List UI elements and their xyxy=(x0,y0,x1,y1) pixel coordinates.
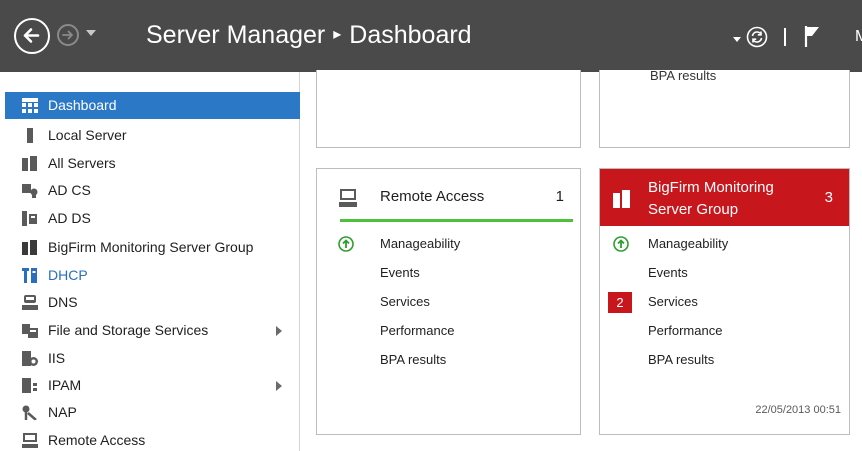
history-dropdown-icon[interactable] xyxy=(86,30,96,36)
sidebar-item-all-servers[interactable]: All Servers xyxy=(0,150,300,177)
all-servers-icon xyxy=(22,156,37,171)
refresh-icon[interactable] xyxy=(746,26,768,48)
server-count: 3 xyxy=(824,189,833,206)
sidebar-item-label: AD CS xyxy=(48,182,91,198)
row-label: BPA results xyxy=(380,352,447,367)
expand-arrow-icon[interactable] xyxy=(276,326,282,336)
tile-row-bpa-results[interactable]: BPA results xyxy=(317,350,580,379)
tile-row-performance[interactable]: Performance xyxy=(317,321,580,350)
tile-row-services[interactable]: Services xyxy=(317,292,580,321)
sidebar-item-label: Local Server xyxy=(48,127,127,143)
sidebar-item-iis[interactable]: IIS xyxy=(0,345,300,372)
tile-title: BigFirm Monitoring Server Group xyxy=(648,179,774,218)
sidebar-item-local-server[interactable]: Local Server xyxy=(0,122,300,149)
sidebar-item-label: IPAM xyxy=(48,377,82,393)
tile-row-events[interactable]: Events xyxy=(600,263,849,292)
sidebar-item-label: Remote Access xyxy=(48,432,146,448)
sidebar-item-ad-ds[interactable]: AD DS xyxy=(0,205,300,232)
breadcrumb-page: Dashboard xyxy=(349,21,472,49)
server-group-icon xyxy=(613,190,630,208)
sidebar-item-label: File and Storage Services xyxy=(48,322,209,338)
dashboard-main: BPA results Remote Access 1 Manageabilit… xyxy=(301,68,862,451)
sidebar-item-ad-cs[interactable]: AD CS xyxy=(0,177,300,204)
sidebar-item-dns[interactable]: DNS xyxy=(0,289,300,316)
ok-up-arrow-icon xyxy=(613,236,629,252)
remote-access-icon xyxy=(22,433,38,448)
title-bar: Server Manager ▸ Dashboard M xyxy=(0,0,862,72)
sidebar-item-label: NAP xyxy=(48,404,77,420)
server-count: 1 xyxy=(555,188,564,205)
arrow-right-icon xyxy=(62,30,73,40)
refresh-dropdown-icon[interactable] xyxy=(733,37,741,42)
row-label: Events xyxy=(380,265,420,280)
sidebar-item-bigfirm-group[interactable]: BigFirm Monitoring Server Group xyxy=(0,234,300,261)
ad-cs-icon xyxy=(22,184,38,198)
ok-up-arrow-icon xyxy=(338,236,354,252)
tile-partial-left[interactable] xyxy=(316,70,581,148)
dashboard-icon xyxy=(22,98,38,113)
tile-bigfirm-monitoring[interactable]: BigFirm Monitoring Server Group 3 Manage… xyxy=(599,168,850,435)
manage-menu-partial[interactable]: M xyxy=(855,28,862,46)
tile-title: Remote Access xyxy=(380,188,485,205)
sidebar-item-nap[interactable]: NAP xyxy=(0,399,300,426)
row-label: Manageability xyxy=(380,236,461,251)
tile-timestamp: 22/05/2013 00:51 xyxy=(755,404,841,416)
row-label: Services xyxy=(648,294,698,309)
sidebar-item-dhcp[interactable]: DHCP xyxy=(0,262,300,289)
sidebar: Dashboard Local Server All Servers AD CS… xyxy=(0,72,300,451)
row-label: Manageability xyxy=(648,236,729,251)
sidebar-item-label: AD DS xyxy=(48,210,91,226)
breadcrumb: Server Manager ▸ Dashboard xyxy=(146,21,472,50)
sidebar-item-label: IIS xyxy=(48,350,66,366)
notifications-flag-icon[interactable] xyxy=(803,24,821,48)
local-server-icon xyxy=(27,128,33,143)
row-label: Performance xyxy=(380,323,455,338)
ipam-icon xyxy=(22,378,37,393)
row-label: Events xyxy=(648,265,688,280)
back-button[interactable] xyxy=(14,18,50,54)
tile-row-services[interactable]: 2 Services xyxy=(600,292,849,321)
sidebar-item-dashboard[interactable]: Dashboard xyxy=(5,92,300,119)
tile-row-bpa-results[interactable]: BPA results xyxy=(650,68,716,83)
tile-header[interactable]: Remote Access 1 xyxy=(317,169,580,225)
tile-header[interactable]: BigFirm Monitoring Server Group 3 xyxy=(600,169,849,226)
row-label: BPA results xyxy=(648,352,715,367)
tile-row-events[interactable]: Events xyxy=(317,263,580,292)
sidebar-item-file-storage[interactable]: File and Storage Services xyxy=(0,317,300,344)
expand-arrow-icon[interactable] xyxy=(276,381,282,391)
arrow-left-icon xyxy=(23,28,40,43)
nap-icon xyxy=(22,405,37,420)
sidebar-item-label: All Servers xyxy=(48,155,116,171)
sidebar-item-label: BigFirm Monitoring Server Group xyxy=(48,239,254,255)
dns-icon xyxy=(22,295,38,310)
server-group-icon xyxy=(22,240,37,255)
tile-row-manageability[interactable]: Manageability xyxy=(317,234,580,263)
row-label: Services xyxy=(380,294,430,309)
tile-row-performance[interactable]: Performance xyxy=(600,321,849,350)
sidebar-item-remote-access[interactable]: Remote Access xyxy=(0,427,300,451)
status-bar-ok xyxy=(340,219,573,222)
tile-row-manageability[interactable]: Manageability xyxy=(600,234,849,263)
remote-access-icon xyxy=(339,189,357,207)
tile-partial-right[interactable]: BPA results xyxy=(599,68,850,148)
iis-icon xyxy=(22,351,38,366)
row-label: Performance xyxy=(648,323,723,338)
alert-count-badge: 2 xyxy=(608,292,632,313)
breadcrumb-app: Server Manager xyxy=(146,21,326,49)
toolbar-divider xyxy=(784,28,786,46)
tile-row-bpa-results[interactable]: BPA results xyxy=(600,350,849,379)
sidebar-item-ipam[interactable]: IPAM xyxy=(0,372,300,399)
file-storage-icon xyxy=(22,324,38,338)
ad-ds-icon xyxy=(22,211,37,226)
dhcp-icon xyxy=(22,268,37,283)
tile-remote-access[interactable]: Remote Access 1 Manageability Events Ser… xyxy=(316,168,581,435)
breadcrumb-separator-icon: ▸ xyxy=(333,26,342,44)
sidebar-item-label: Dashboard xyxy=(48,97,117,113)
forward-button[interactable] xyxy=(57,24,79,46)
sidebar-item-label: DNS xyxy=(48,294,78,310)
sidebar-item-label: DHCP xyxy=(48,267,88,283)
